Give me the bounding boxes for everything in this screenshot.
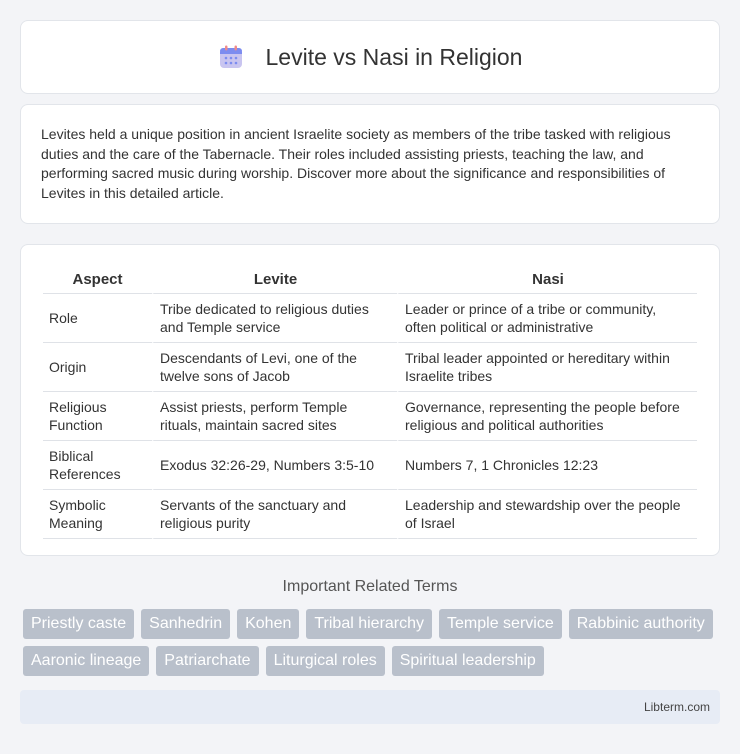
- intro-card: Levites held a unique position in ancien…: [20, 104, 720, 224]
- header-aspect: Aspect: [43, 265, 152, 294]
- header-nasi: Nasi: [397, 265, 697, 294]
- table-row: Biblical References Exodus 32:26-29, Num…: [43, 441, 697, 490]
- calendar-icon: [219, 45, 242, 68]
- table-header-row: Aspect Levite Nasi: [43, 265, 697, 294]
- footer-link[interactable]: Libterm.com: [644, 700, 710, 714]
- header-card: Levite vs Nasi in Religion: [20, 20, 720, 94]
- tag-kohen[interactable]: Kohen: [237, 609, 300, 639]
- cell-nasi: Leader or prince of a tribe or community…: [397, 294, 697, 343]
- related-terms-list: Priestly caste Sanhedrin Kohen Tribal hi…: [23, 609, 723, 676]
- cell-aspect: Religious Function: [43, 392, 152, 441]
- cell-aspect: Symbolic Meaning: [43, 490, 152, 539]
- cell-aspect: Role: [43, 294, 152, 343]
- cell-levite: Servants of the sanctuary and religious …: [152, 490, 397, 539]
- page-title: Levite vs Nasi in Religion: [265, 43, 523, 70]
- related-terms-title: Important Related Terms: [282, 578, 458, 595]
- footer: Libterm.com: [20, 690, 720, 724]
- table-row: Origin Descendants of Levi, one of the t…: [43, 343, 697, 392]
- cell-levite: Tribe dedicated to religious duties and …: [152, 294, 397, 343]
- cell-levite: Descendants of Levi, one of the twelve s…: [152, 343, 397, 392]
- header-levite: Levite: [152, 265, 397, 294]
- tag-aaronic-lineage[interactable]: Aaronic lineage: [23, 646, 150, 676]
- cell-nasi: Governance, representing the people befo…: [397, 392, 697, 441]
- page: Levite vs Nasi in Religion Levites held …: [0, 0, 740, 754]
- tag-liturgical-roles[interactable]: Liturgical roles: [265, 646, 385, 676]
- cell-aspect: Origin: [43, 343, 152, 392]
- cell-levite: Exodus 32:26-29, Numbers 3:5-10: [152, 441, 397, 490]
- tag-priestly-caste[interactable]: Priestly caste: [23, 609, 135, 639]
- table-row: Role Tribe dedicated to religious duties…: [43, 294, 697, 343]
- intro-text: Levites held a unique position in ancien…: [41, 126, 671, 201]
- tag-sanhedrin[interactable]: Sanhedrin: [141, 609, 231, 639]
- cell-aspect: Biblical References: [43, 441, 152, 490]
- title-wrap: Levite vs Nasi in Religion: [218, 43, 523, 71]
- tag-temple-service[interactable]: Temple service: [439, 609, 562, 639]
- table-row: Symbolic Meaning Servants of the sanctua…: [43, 490, 697, 539]
- cell-nasi: Numbers 7, 1 Chronicles 12:23: [397, 441, 697, 490]
- comparison-table-card: Aspect Levite Nasi Role Tribe dedicated …: [20, 244, 720, 556]
- cell-levite: Assist priests, perform Temple rituals, …: [152, 392, 397, 441]
- cell-nasi: Leadership and stewardship over the peop…: [397, 490, 697, 539]
- table-row: Religious Function Assist priests, perfo…: [43, 392, 697, 441]
- tag-rabbinic-authority[interactable]: Rabbinic authority: [568, 609, 713, 639]
- tag-tribal-hierarchy[interactable]: Tribal hierarchy: [306, 609, 433, 639]
- comparison-table: Aspect Levite Nasi Role Tribe dedicated …: [43, 265, 697, 539]
- tag-spiritual-leadership[interactable]: Spiritual leadership: [391, 646, 544, 676]
- cell-nasi: Tribal leader appointed or hereditary wi…: [397, 343, 697, 392]
- tag-patriarchate[interactable]: Patriarchate: [156, 646, 259, 676]
